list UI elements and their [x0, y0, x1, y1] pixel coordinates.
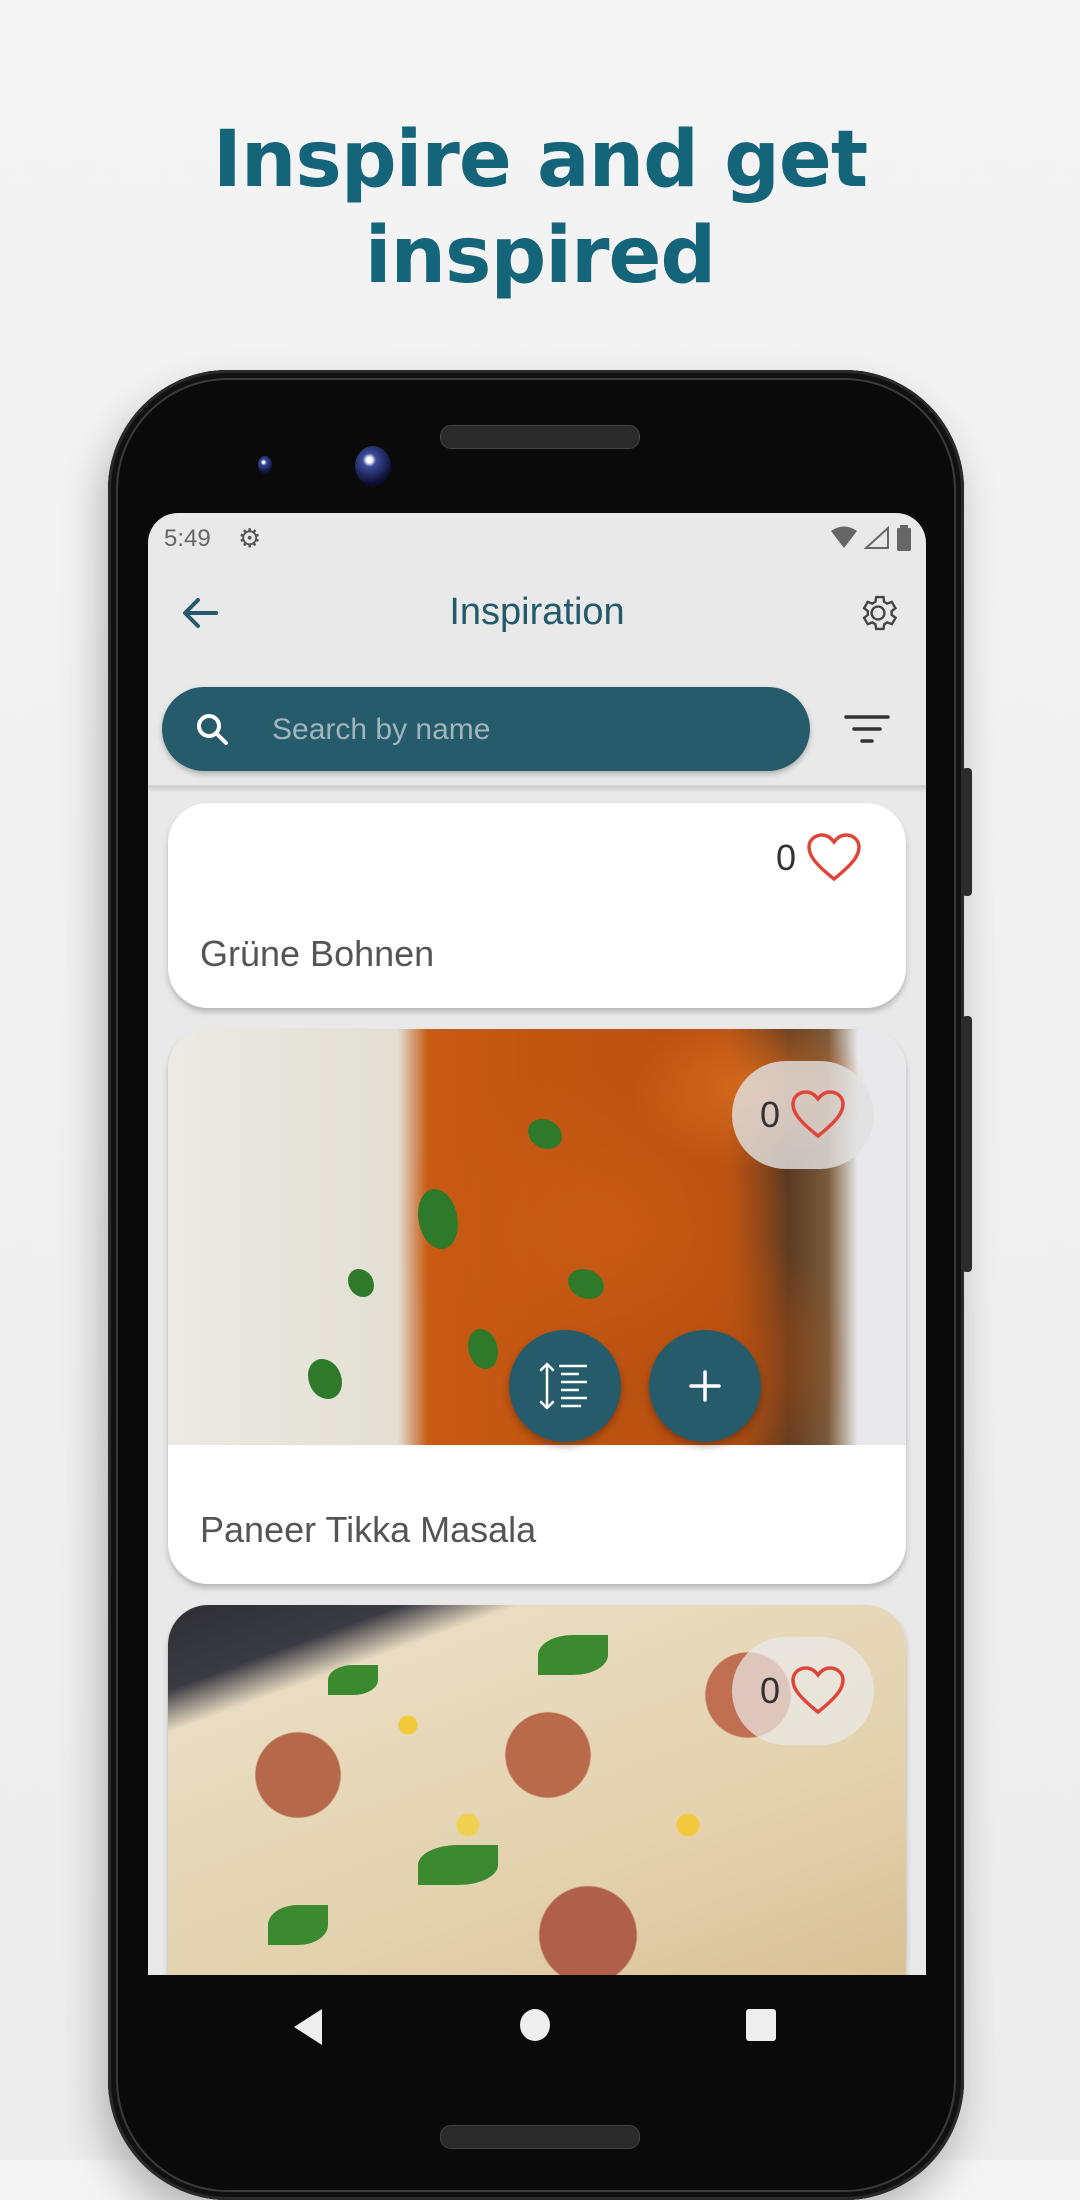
- nav-home-button[interactable]: [520, 2009, 550, 2041]
- wifi-icon: [831, 526, 857, 548]
- sort-list-icon: [539, 1362, 587, 1410]
- phone-front-camera: [355, 446, 391, 486]
- like-button[interactable]: 0: [776, 833, 862, 883]
- signal-icon: [864, 526, 889, 549]
- heart-outline-icon: [807, 833, 861, 882]
- header-divider: [148, 785, 926, 788]
- filter-button[interactable]: [842, 709, 892, 749]
- phone-power-button: [962, 768, 972, 896]
- garnish: [328, 1665, 378, 1695]
- recipe-card[interactable]: 0: [168, 1605, 906, 1975]
- phone-earpiece: [440, 425, 640, 449]
- garnish: [538, 1635, 608, 1675]
- garnish: [348, 1269, 374, 1297]
- headline-line-1: Inspire and get: [212, 115, 868, 205]
- heart-outline-icon: [791, 1666, 845, 1715]
- phone-bottom-speaker: [440, 2125, 640, 2149]
- nav-back-button[interactable]: [294, 2009, 322, 2045]
- app-bar: Inspiration: [148, 563, 926, 663]
- recipe-card[interactable]: 0 Grüne Bohnen: [168, 803, 906, 1008]
- garnish: [568, 1269, 604, 1299]
- filter-icon: [844, 715, 890, 743]
- settings-button[interactable]: [856, 591, 900, 635]
- recipe-name: Paneer Tikka Masala: [200, 1509, 537, 1550]
- page-title: Inspiration: [449, 591, 625, 633]
- settings-gear-icon: [862, 595, 898, 631]
- sort-button[interactable]: [509, 1330, 621, 1442]
- search-bar[interactable]: [162, 687, 810, 773]
- nav-recents-button[interactable]: [746, 2009, 776, 2041]
- like-count: 0: [759, 1094, 781, 1135]
- phone-sensor: [258, 456, 272, 474]
- garnish: [308, 1359, 342, 1399]
- garnish: [468, 1329, 498, 1369]
- search-input[interactable]: [270, 687, 794, 773]
- phone-volume-button: [962, 1016, 972, 1272]
- heart-outline-icon: [791, 1090, 845, 1139]
- garnish: [528, 1119, 562, 1149]
- search-icon: [197, 714, 228, 745]
- app-screen: 5:49 ⚙ Inspiration 0 Grüne Bohnen: [148, 513, 926, 1975]
- add-recipe-button[interactable]: [649, 1330, 761, 1442]
- like-button[interactable]: 0: [732, 1637, 874, 1745]
- status-bar: 5:49 ⚙: [148, 513, 926, 563]
- battery-icon: [897, 525, 911, 551]
- headline-line-2: inspired: [364, 211, 716, 301]
- system-nav-bar: [148, 1975, 926, 2075]
- garnish: [418, 1189, 458, 1249]
- like-count: 0: [759, 1670, 781, 1711]
- garnish: [418, 1845, 498, 1885]
- like-count: 0: [775, 837, 796, 878]
- add-icon: [689, 1370, 721, 1402]
- like-button[interactable]: 0: [732, 1061, 874, 1169]
- status-time: 5:49: [164, 525, 211, 552]
- settings-icon: ⚙: [238, 523, 262, 553]
- garnish: [268, 1905, 328, 1945]
- marketing-headline: Inspire and get inspired: [0, 112, 1080, 304]
- recipe-card[interactable]: 0 Paneer Tikka Masala: [168, 1029, 906, 1584]
- recipe-name: Grüne Bohnen: [200, 933, 435, 974]
